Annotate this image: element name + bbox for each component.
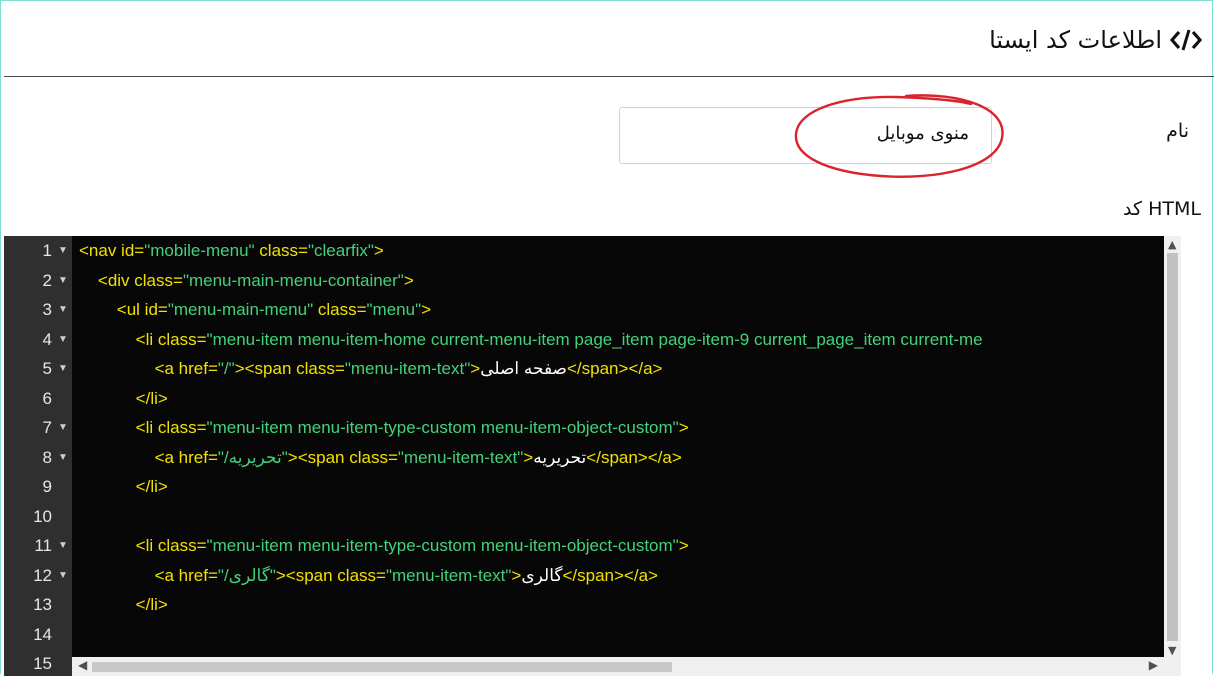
fold-arrow-icon[interactable]: ▼	[58, 354, 68, 384]
code-text: <a href="/"><span class="menu-item-text"…	[79, 359, 663, 378]
code-line[interactable]: 10	[4, 502, 1164, 532]
code-text: <li class="menu-item menu-item-type-cust…	[79, 536, 689, 555]
code-line[interactable]: 2 ▼ <div class="menu-main-menu-container"…	[4, 266, 1164, 296]
line-number: 12	[33, 565, 52, 585]
line-number: 1	[42, 241, 52, 260]
code-editor[interactable]: 1 ▼ <nav id="mobile-menu" class="clearfix"…	[4, 236, 1181, 676]
line-number: 4	[42, 329, 52, 349]
fold-arrow-icon[interactable]: ▼	[58, 413, 68, 443]
vertical-scroll-thumb[interactable]	[1167, 253, 1178, 641]
fold-arrow-icon[interactable]: ▼	[58, 266, 68, 296]
code-line[interactable]: 1 ▼ <nav id="mobile-menu" class="clearfix"…	[4, 236, 1164, 266]
chevron-up-icon[interactable]: ▲	[1168, 238, 1176, 251]
code-text: </li>	[79, 595, 168, 614]
highlight-circle	[794, 94, 1004, 178]
panel-header: اطلاعات کد ایستا	[4, 0, 1214, 77]
scrollbar-corner	[1164, 661, 1181, 676]
code-line[interactable]: 7 ▼ <li class="menu-item menu-item-type-c…	[4, 413, 1164, 443]
chevron-left-icon[interactable]: ◀	[78, 658, 87, 672]
html-code-label: کد HTML	[1123, 198, 1201, 220]
line-number: 15	[33, 654, 52, 673]
line-number: 6	[42, 388, 52, 408]
code-line[interactable]: 4 ▼ <li class="menu-item menu-item-home c…	[4, 325, 1164, 355]
code-line[interactable]: 5 ▼ <a href="/"><span class="menu-item-te…	[4, 354, 1164, 384]
code-text: <nav id="mobile-menu" class="clearfix">	[79, 241, 384, 260]
code-icon	[1170, 29, 1202, 51]
code-text: </li>	[79, 388, 168, 408]
code-line[interactable]: 6 </li>	[4, 384, 1164, 414]
line-number: 14	[33, 624, 52, 644]
code-text: </li>	[79, 477, 168, 496]
code-text: <a href="/تحریریه"><span class="menu-ite…	[79, 447, 682, 467]
fold-arrow-icon[interactable]: ▼	[58, 236, 68, 266]
code-text: <div class="menu-main-menu-container">	[79, 270, 414, 290]
code-text: <a href="/گالری"><span class="menu-item-…	[79, 565, 658, 585]
fold-arrow-icon[interactable]: ▼	[58, 531, 68, 561]
vertical-scrollbar[interactable]: ▲ ▼	[1164, 236, 1181, 661]
line-number: 9	[42, 477, 52, 496]
line-number: 3	[42, 300, 52, 319]
line-number: 8	[42, 447, 52, 467]
line-number: 10	[33, 506, 52, 526]
line-number: 13	[33, 595, 52, 614]
line-number: 5	[42, 359, 52, 378]
line-number: 7	[42, 418, 52, 437]
fold-arrow-icon[interactable]: ▼	[58, 325, 68, 355]
line-number: 11	[34, 536, 52, 555]
code-line[interactable]: 8 ▼ <a href="/تحریریه"><span class="menu-…	[4, 443, 1164, 473]
code-line[interactable]: 14	[4, 620, 1164, 650]
fold-arrow-icon[interactable]: ▼	[58, 443, 68, 473]
code-text: <li class="menu-item menu-item-type-cust…	[79, 418, 689, 437]
chevron-right-icon[interactable]: ▶	[1149, 658, 1158, 672]
horizontal-scrollbar[interactable]: ◀ ▶	[72, 657, 1164, 676]
chevron-down-icon[interactable]: ▼	[1168, 644, 1176, 657]
code-line[interactable]: 13 </li>	[4, 590, 1164, 620]
code-line[interactable]: 3 ▼ <ul id="menu-main-menu" class="menu">	[4, 295, 1164, 325]
code-text: <li class="menu-item menu-item-home curr…	[79, 329, 983, 349]
fold-arrow-icon[interactable]: ▼	[58, 295, 68, 325]
code-line[interactable]: 11 ▼ <li class="menu-item menu-item-type-…	[4, 531, 1164, 561]
horizontal-scroll-thumb[interactable]	[92, 662, 672, 672]
page-title: اطلاعات کد ایستا	[989, 26, 1162, 54]
line-number: 2	[42, 270, 52, 290]
code-text: <ul id="menu-main-menu" class="menu">	[79, 300, 432, 319]
name-label: نام	[1166, 120, 1189, 142]
fold-arrow-icon[interactable]: ▼	[58, 561, 68, 591]
code-line[interactable]: 9 </li>	[4, 472, 1164, 502]
code-line[interactable]: 12 ▼ <a href="/گالری"><span class="menu-i…	[4, 561, 1164, 591]
